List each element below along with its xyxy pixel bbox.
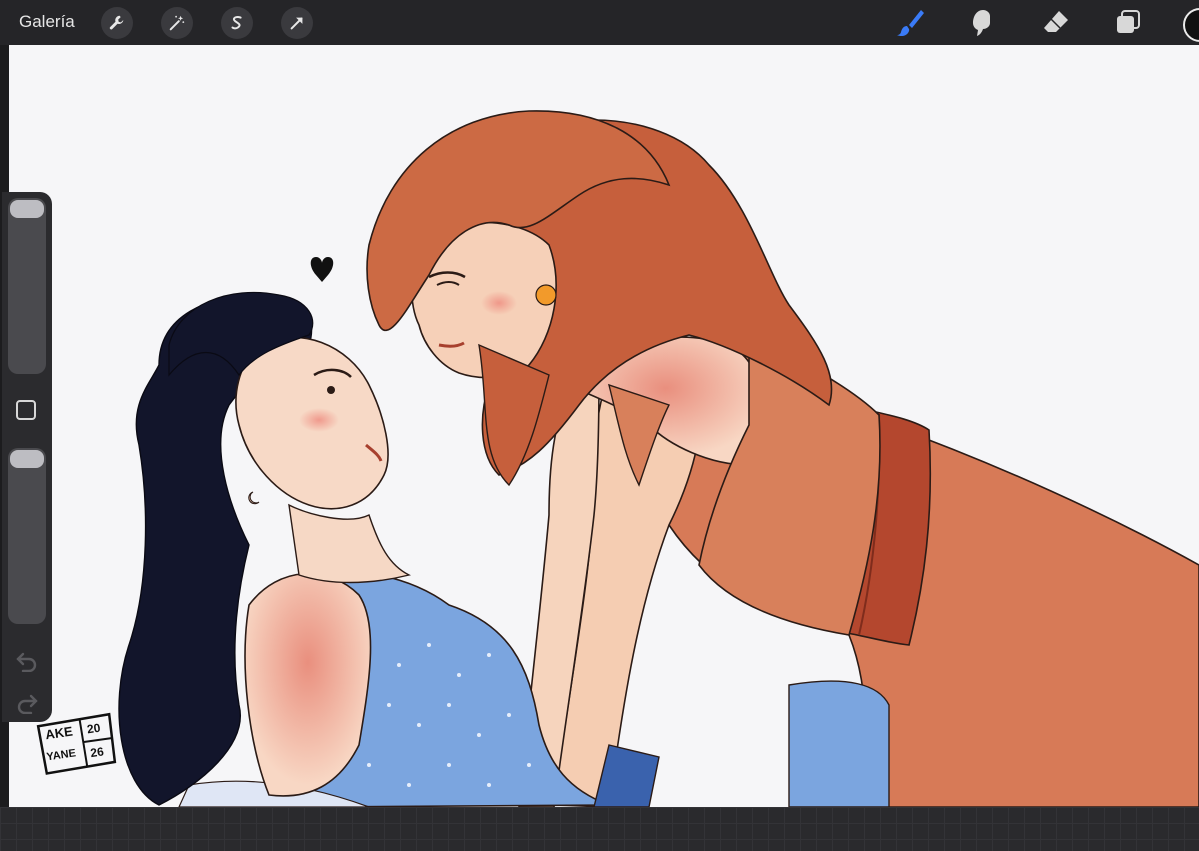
eraser-icon [1044,11,1068,32]
layers-tool[interactable] [1111,6,1145,40]
selection-button[interactable] [221,7,253,39]
drawing-canvas[interactable]: AKE YANE 20 26 [9,45,1199,807]
signature-year-bottom: 26 [89,744,105,761]
brush-tool[interactable] [894,6,928,40]
brush-icon [897,10,924,37]
undo-button[interactable] [14,650,40,673]
opacity-handle[interactable] [10,450,44,468]
magic-wand-icon [169,15,185,31]
transform-icon [290,17,303,30]
actions-button[interactable] [101,7,133,39]
side-toolbar [2,192,52,722]
bottom-grid-strip [0,807,1199,851]
redo-icon [17,694,38,715]
artist-signature: AKE YANE 20 26 [36,712,119,776]
opacity-slider[interactable] [8,448,46,624]
brush-size-handle[interactable] [10,200,44,218]
undo-icon [16,652,37,673]
brush-size-slider[interactable] [8,198,46,374]
smudge-tool[interactable] [965,6,999,40]
signature-year-top: 20 [86,720,102,737]
smudge-icon [973,10,990,36]
transform-button[interactable] [281,7,313,39]
color-picker-button[interactable] [1183,8,1199,42]
layers-icon [1117,10,1140,33]
selection-icon [231,16,242,30]
adjustments-button[interactable] [161,7,193,39]
redo-button[interactable] [14,692,40,715]
gallery-button[interactable]: Galería [19,12,75,32]
top-toolbar: Galería [0,0,1199,45]
eraser-tool[interactable] [1039,6,1073,40]
modify-button[interactable] [16,400,36,420]
wrench-icon [109,15,124,30]
artwork-illustration [118,110,1199,807]
